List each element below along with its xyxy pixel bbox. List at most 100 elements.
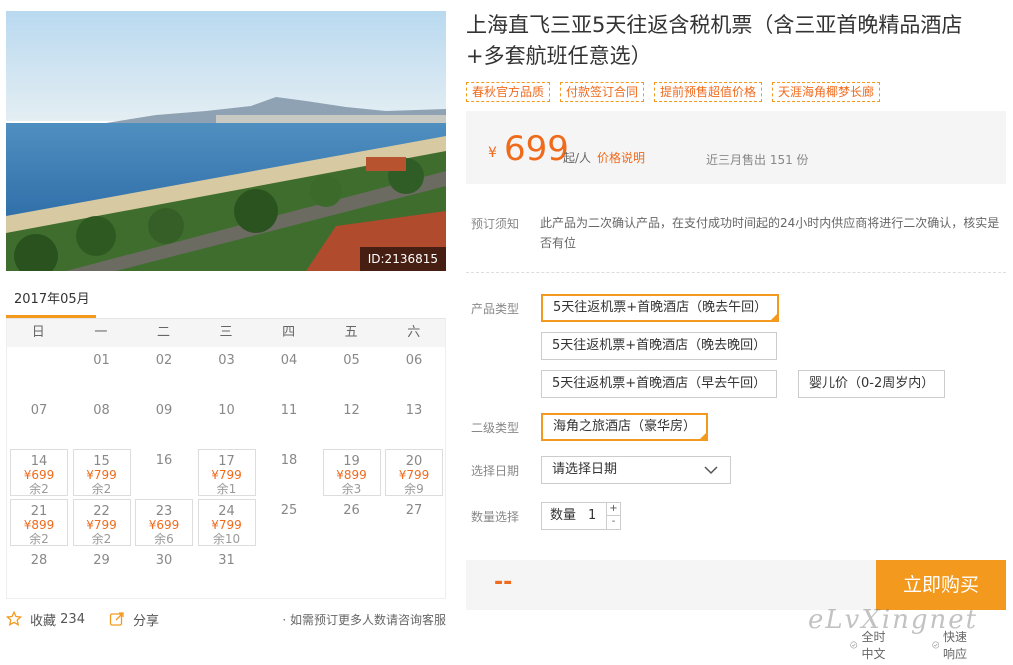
tag-badge: 春秋官方品质	[466, 82, 551, 102]
day-number: 15	[93, 454, 110, 469]
day-remaining: 余3	[341, 482, 362, 496]
beach-landscape-image	[6, 11, 446, 271]
calendar-day[interactable]: 24 ¥799 余10	[197, 499, 256, 546]
tag-badge: 提前预售超值价格	[654, 82, 763, 102]
weekday-label: 四	[282, 325, 296, 340]
sub-type-option[interactable]: 海角之旅酒店（豪华房）	[541, 413, 709, 441]
product-type-option[interactable]: 5天往返机票+首晚酒店（晚去晚回）	[541, 332, 778, 360]
day-number: 12	[343, 403, 360, 418]
calendar-day[interactable]: 17 ¥799 余1	[197, 449, 256, 496]
divider	[466, 272, 1006, 273]
calendar-day: 31	[198, 549, 256, 596]
star-icon	[6, 611, 22, 626]
calendar-day: 26	[323, 499, 381, 546]
calendar-day: 02	[135, 349, 193, 396]
quantity-decrease-button[interactable]: -	[606, 516, 620, 529]
calendar-day: 18	[260, 449, 318, 496]
product-type-option[interactable]: 5天往返机票+首晚酒店（晚去午回）	[541, 294, 780, 322]
day-remaining: 余2	[29, 532, 49, 546]
day-number: 29	[93, 553, 110, 568]
date-select[interactable]: 请选择日期	[541, 456, 731, 484]
day-number: 21	[30, 504, 48, 519]
chevron-down-icon	[704, 466, 718, 475]
share-icon	[109, 612, 124, 626]
day-remaining: 余9	[404, 482, 424, 496]
day-number: 19	[343, 454, 360, 469]
date-label: 选择日期	[471, 464, 520, 478]
product-tags: 春秋官方品质 付款签订合同 提前预售超值价格 天涯海角椰梦长廊	[466, 82, 890, 102]
check-circle-icon	[850, 641, 858, 649]
weekday-label: 日	[31, 325, 45, 340]
quantity-input[interactable]: 1	[588, 508, 596, 523]
quantity-increase-button[interactable]: +	[606, 503, 620, 516]
calendar-day: 05	[323, 349, 381, 396]
calendar-day[interactable]: 21 ¥899 余2	[10, 499, 68, 546]
price-amount: 699	[504, 129, 569, 169]
weekday-label: 一	[94, 325, 108, 340]
guarantees: 全时中文 快速响应	[850, 628, 1013, 662]
calendar-day: 12	[323, 399, 381, 446]
calendar-day[interactable]: 22 ¥799 余2	[72, 499, 131, 546]
product-photo: ID:2136815	[6, 11, 446, 271]
tag-badge: 付款签订合同	[560, 82, 645, 102]
calendar-day: 27	[385, 499, 443, 546]
quantity-stepper: 数量 1 + -	[541, 502, 621, 530]
day-number: 01	[93, 353, 110, 368]
calendar-day: 25	[260, 499, 318, 546]
day-price: ¥799	[211, 518, 242, 532]
favorite-count: 234	[60, 611, 85, 627]
day-remaining: 余2	[29, 482, 49, 496]
price-explanation-link[interactable]: 价格说明	[597, 149, 645, 166]
day-number: 18	[280, 453, 298, 468]
day-number: 10	[218, 403, 235, 418]
notice-label: 预订须知	[471, 217, 520, 231]
tag-badge: 天涯海角椰梦长廊	[772, 82, 881, 102]
calendar-day[interactable]: 14 ¥699 余2	[10, 449, 68, 496]
share-button[interactable]: 分享	[109, 610, 159, 629]
day-remaining: 余6	[154, 532, 174, 546]
day-number: 04	[280, 353, 298, 368]
product-type-option[interactable]: 5天往返机票+首晚酒店（早去午回）	[541, 370, 778, 398]
calendar-day[interactable]: 20 ¥799 余9	[385, 449, 443, 496]
product-type-option[interactable]: 婴儿价（0-2周岁内）	[798, 370, 946, 398]
calendar-day[interactable]: 19 ¥899 余3	[322, 449, 381, 496]
calendar-month-tab[interactable]: 2017年05月	[6, 290, 96, 318]
day-number: 22	[93, 504, 110, 519]
day-price: ¥799	[86, 468, 117, 482]
day-number: 13	[405, 403, 423, 418]
day-number: 06	[405, 353, 423, 368]
total-price: --	[494, 570, 513, 595]
day-remaining: 余2	[91, 532, 112, 546]
calendar-day: 30	[135, 549, 193, 596]
day-number: 17	[218, 454, 235, 469]
actions-bar: 收藏 234 分享 · 如需预订更多人数请咨询客服	[6, 608, 446, 630]
day-number: 03	[218, 353, 235, 368]
calendar-day: 28	[10, 549, 68, 596]
calendar-day: 04	[260, 349, 318, 396]
share-label: 分享	[132, 613, 159, 629]
calendar-day: 29	[73, 549, 131, 596]
day-price: ¥799	[86, 518, 117, 532]
quantity-prefix: 数量	[550, 508, 577, 523]
calendar-day[interactable]: 23 ¥699 余6	[135, 499, 193, 546]
price-unit: 起/人	[563, 151, 592, 165]
weekday-label: 六	[407, 325, 421, 340]
day-price: ¥799	[211, 468, 242, 482]
day-number: 14	[30, 454, 48, 469]
weekday-label: 三	[219, 325, 233, 340]
weekday-label: 二	[156, 325, 170, 340]
day-number: 25	[280, 503, 298, 518]
day-number: 20	[405, 454, 423, 469]
day-remaining: 余1	[216, 482, 237, 496]
buy-now-button[interactable]: 立即购买	[876, 560, 1006, 610]
favorite-button[interactable]: 收藏 234	[6, 610, 85, 629]
calendar-day: 06	[385, 349, 443, 396]
day-number: 08	[93, 403, 110, 418]
day-number: 07	[30, 403, 48, 418]
calendar-day: 03	[198, 349, 256, 396]
photo-id-badge: ID:2136815	[359, 247, 446, 271]
calendar-day[interactable]: 15 ¥799 余2	[72, 449, 131, 496]
sold-count: 近三月售出 151 份	[706, 153, 809, 167]
notice-text: 此产品为二次确认产品，在支付成功时间起的24小时内供应商将进行二次确认，核实是否…	[540, 216, 1000, 250]
calendar-day: 08	[73, 399, 131, 446]
